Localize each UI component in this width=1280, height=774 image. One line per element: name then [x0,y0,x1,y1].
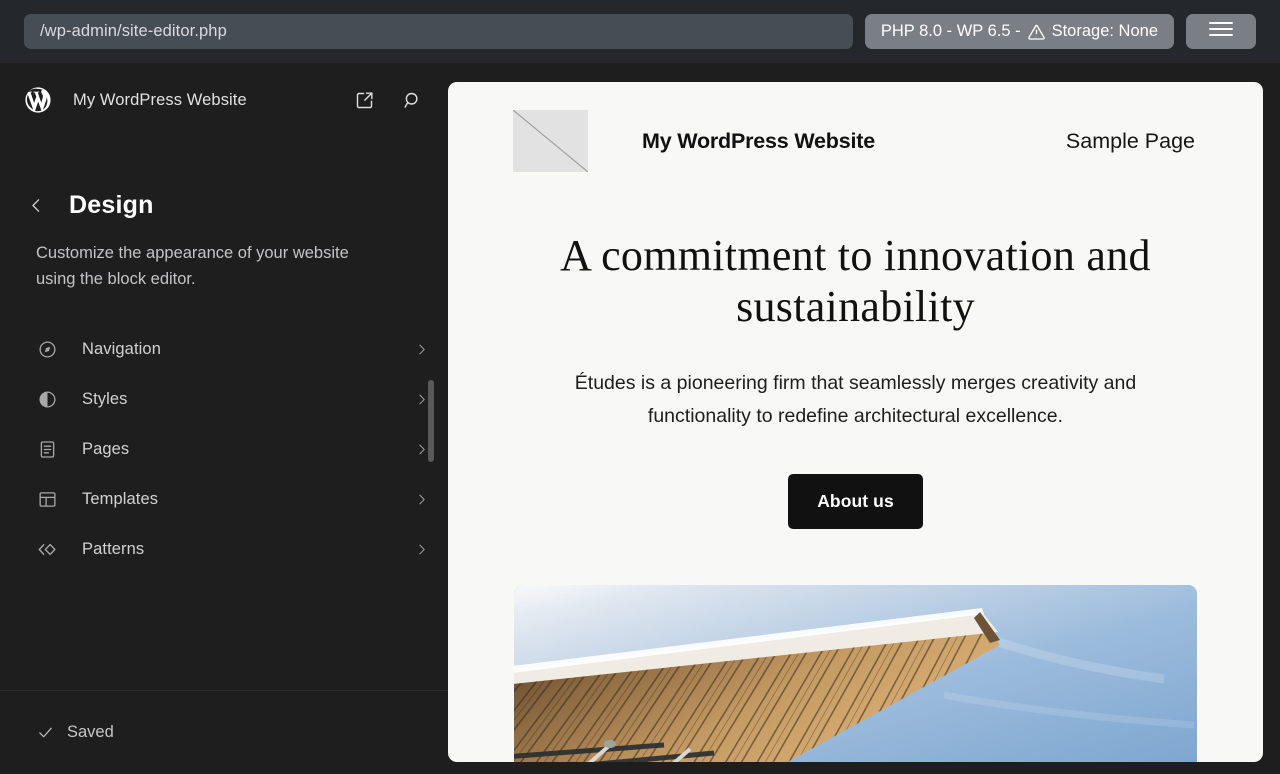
chevron-right-icon [414,442,428,456]
checkmark-icon [36,724,54,742]
sidebar-item-label: Templates [82,489,159,508]
preview-nav-link-sample-page[interactable]: Sample Page [1066,129,1195,154]
preview-hero-section: A commitment to innovation and sustainab… [448,172,1263,530]
hero-paragraph: Études is a pioneering firm that seamles… [574,371,1137,427]
chevron-right-icon [414,542,428,556]
address-bar-input[interactable]: /wp-admin/site-editor.php [24,14,853,49]
status-prefix-label: PHP 8.0 - WP 6.5 - [880,22,1021,40]
image-placeholder-icon [513,110,588,172]
sidebar-header: My WordPress Website [0,63,448,137]
external-link-icon[interactable] [352,88,376,112]
design-panel-description: Customize the appearance of your website… [36,244,349,289]
chevron-left-icon[interactable] [24,194,48,218]
sidebar-header-actions [352,88,424,112]
search-icon[interactable] [400,88,424,112]
hero-heading: A commitment to innovation and sustainab… [560,231,1151,332]
chevron-right-icon [414,342,428,356]
wordpress-logo-icon[interactable] [24,86,52,114]
hero-image [514,585,1197,762]
page-title: Design [69,191,154,219]
preview-site-header: My WordPress Website Sample Page [448,82,1263,172]
sidebar-scrollbar-thumb[interactable] [428,380,434,462]
sidebar-site-title: My WordPress Website [73,90,247,109]
save-status-label: Saved [67,723,114,741]
environment-status-badge: PHP 8.0 - WP 6.5 - Storage: None [864,14,1174,49]
sidebar-item-patterns[interactable]: Patterns [36,524,428,574]
sidebar-item-label: Patterns [82,539,145,558]
design-nav-list: Navigation Styles Pages Templates Patter… [0,324,448,574]
sidebar-scrollbar[interactable] [428,380,434,670]
preview-site-name: My WordPress Website [642,128,875,153]
address-bar-value: /wp-admin/site-editor.php [40,22,227,40]
sidebar-item-navigation[interactable]: Navigation [36,324,428,374]
sidebar-footer: Saved [0,690,448,774]
page-document-icon [36,438,58,460]
layout-template-icon [36,488,58,510]
sidebar-item-styles[interactable]: Styles [36,374,428,424]
sidebar-item-label: Pages [82,439,130,458]
chevron-right-icon [414,492,428,506]
sidebar-item-pages[interactable]: Pages [36,424,428,474]
patterns-diamond-icon [36,538,58,560]
hamburger-menu-icon [1208,20,1234,43]
status-suffix-label: Storage: None [1051,22,1158,40]
hamburger-menu-button[interactable] [1186,14,1256,49]
browser-top-bar: /wp-admin/site-editor.php PHP 8.0 - WP 6… [0,0,1280,63]
sidebar-item-templates[interactable]: Templates [36,474,428,524]
site-preview-canvas[interactable]: My WordPress Website Sample Page A commi… [448,82,1263,762]
design-panel-header: Design [0,137,448,220]
site-editor-sidebar: My WordPress Website Design Customize th… [0,63,448,774]
contrast-half-circle-icon [36,388,58,410]
hero-button-wrapper: About us [518,474,1193,530]
compass-icon [36,338,58,360]
sidebar-item-label: Navigation [82,339,161,358]
chevron-right-icon [414,392,428,406]
warning-triangle-icon [1027,23,1046,42]
sidebar-item-label: Styles [82,389,128,408]
about-us-button[interactable]: About us [788,474,923,530]
